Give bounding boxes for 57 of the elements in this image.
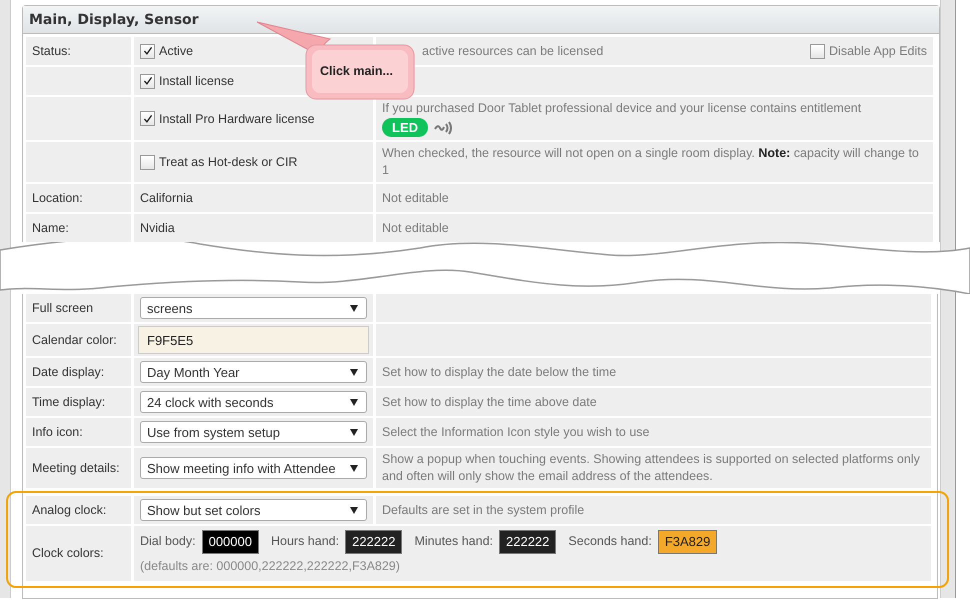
swatch-label: Minutes hand: [414, 534, 494, 548]
field-label: Analog clock: [32, 503, 106, 517]
dropdown[interactable]: 24 clock with seconds [140, 391, 367, 413]
checkbox[interactable]: Install Pro Hardware license [140, 111, 315, 126]
nfc-icon [434, 120, 454, 134]
field-value: California [140, 191, 193, 205]
dropdown[interactable]: screens [140, 297, 367, 319]
dropdown[interactable]: Day Month Year [140, 361, 367, 383]
description-text: Set how to display the date below the time [382, 364, 616, 380]
field-label: Location: [32, 191, 83, 205]
caret-icon [350, 304, 358, 312]
color-input-field[interactable]: F9F5E5 [138, 326, 369, 354]
color-input-field[interactable]: 000000 [202, 530, 259, 554]
description-text: If you purchased Door Tablet professional device and your license contains entitlement [382, 101, 862, 115]
description-text: Defaults are set in the system profile [382, 502, 584, 518]
field-label: Calendar color: [32, 333, 117, 347]
swatch-label: Seconds hand: [568, 534, 652, 548]
description-text: Set how to display the time above date [382, 394, 597, 410]
description-text: When checked, the resource will not open on a single room display. Note: capacity will change to 1 [382, 145, 920, 179]
led-badge: LED [382, 118, 428, 137]
checkmark-icon [142, 46, 152, 56]
color-input-field[interactable]: 222222 [499, 530, 556, 554]
caret-icon [350, 464, 358, 472]
field-label: Full screen [32, 301, 94, 315]
field-label: Name: [32, 221, 69, 235]
checkbox[interactable]: Install license [140, 74, 234, 88]
panel-title[interactable]: Main, Display, Sensor [29, 12, 199, 28]
description-text: Not editable [382, 220, 449, 236]
defaults-note: (defaults are: 000000,222222,222222,F3A829) [140, 558, 400, 575]
field-label: Info icon: [32, 425, 83, 439]
checkmark-icon [142, 114, 152, 124]
dropdown[interactable]: Show meeting info with Attendee [140, 457, 367, 479]
checkmark-icon [142, 76, 152, 86]
callout-text: Click main... [320, 64, 393, 78]
description-text: active resources can be licensed [422, 42, 604, 60]
color-input-field[interactable]: 222222 [345, 530, 402, 554]
color-input-field[interactable]: F3A829 [658, 530, 718, 554]
description-text: Select the Information Icon style you wish to use [382, 424, 650, 440]
field-label: Date display: [32, 365, 104, 379]
field-value: Nvidia [140, 221, 175, 235]
checkbox[interactable]: Disable App Edits [810, 42, 927, 60]
description-text: Show a popup when touching events. Showing attendees is supported on selected platforms only and often will only show the email address of the attendees. [382, 451, 921, 485]
dropdown[interactable]: Show but set colors [140, 499, 367, 521]
caret-icon [350, 398, 358, 406]
swatch-label: Hours hand: [270, 534, 340, 548]
field-label: Clock colors: [32, 546, 104, 560]
field-label: Meeting details: [32, 461, 120, 475]
dropdown[interactable]: Use from system setup [140, 421, 367, 443]
caret-icon [350, 428, 358, 436]
description-text: Not editable [382, 190, 449, 206]
swatch-label: Dial body: [140, 534, 196, 548]
field-label: Status: [32, 44, 71, 58]
caret-icon [350, 506, 358, 514]
field-label: Time display: [32, 395, 106, 409]
caret-icon [350, 368, 358, 376]
checkbox[interactable]: Active [140, 44, 194, 58]
checkbox[interactable]: Treat as Hot-desk or CIR [140, 154, 298, 170]
